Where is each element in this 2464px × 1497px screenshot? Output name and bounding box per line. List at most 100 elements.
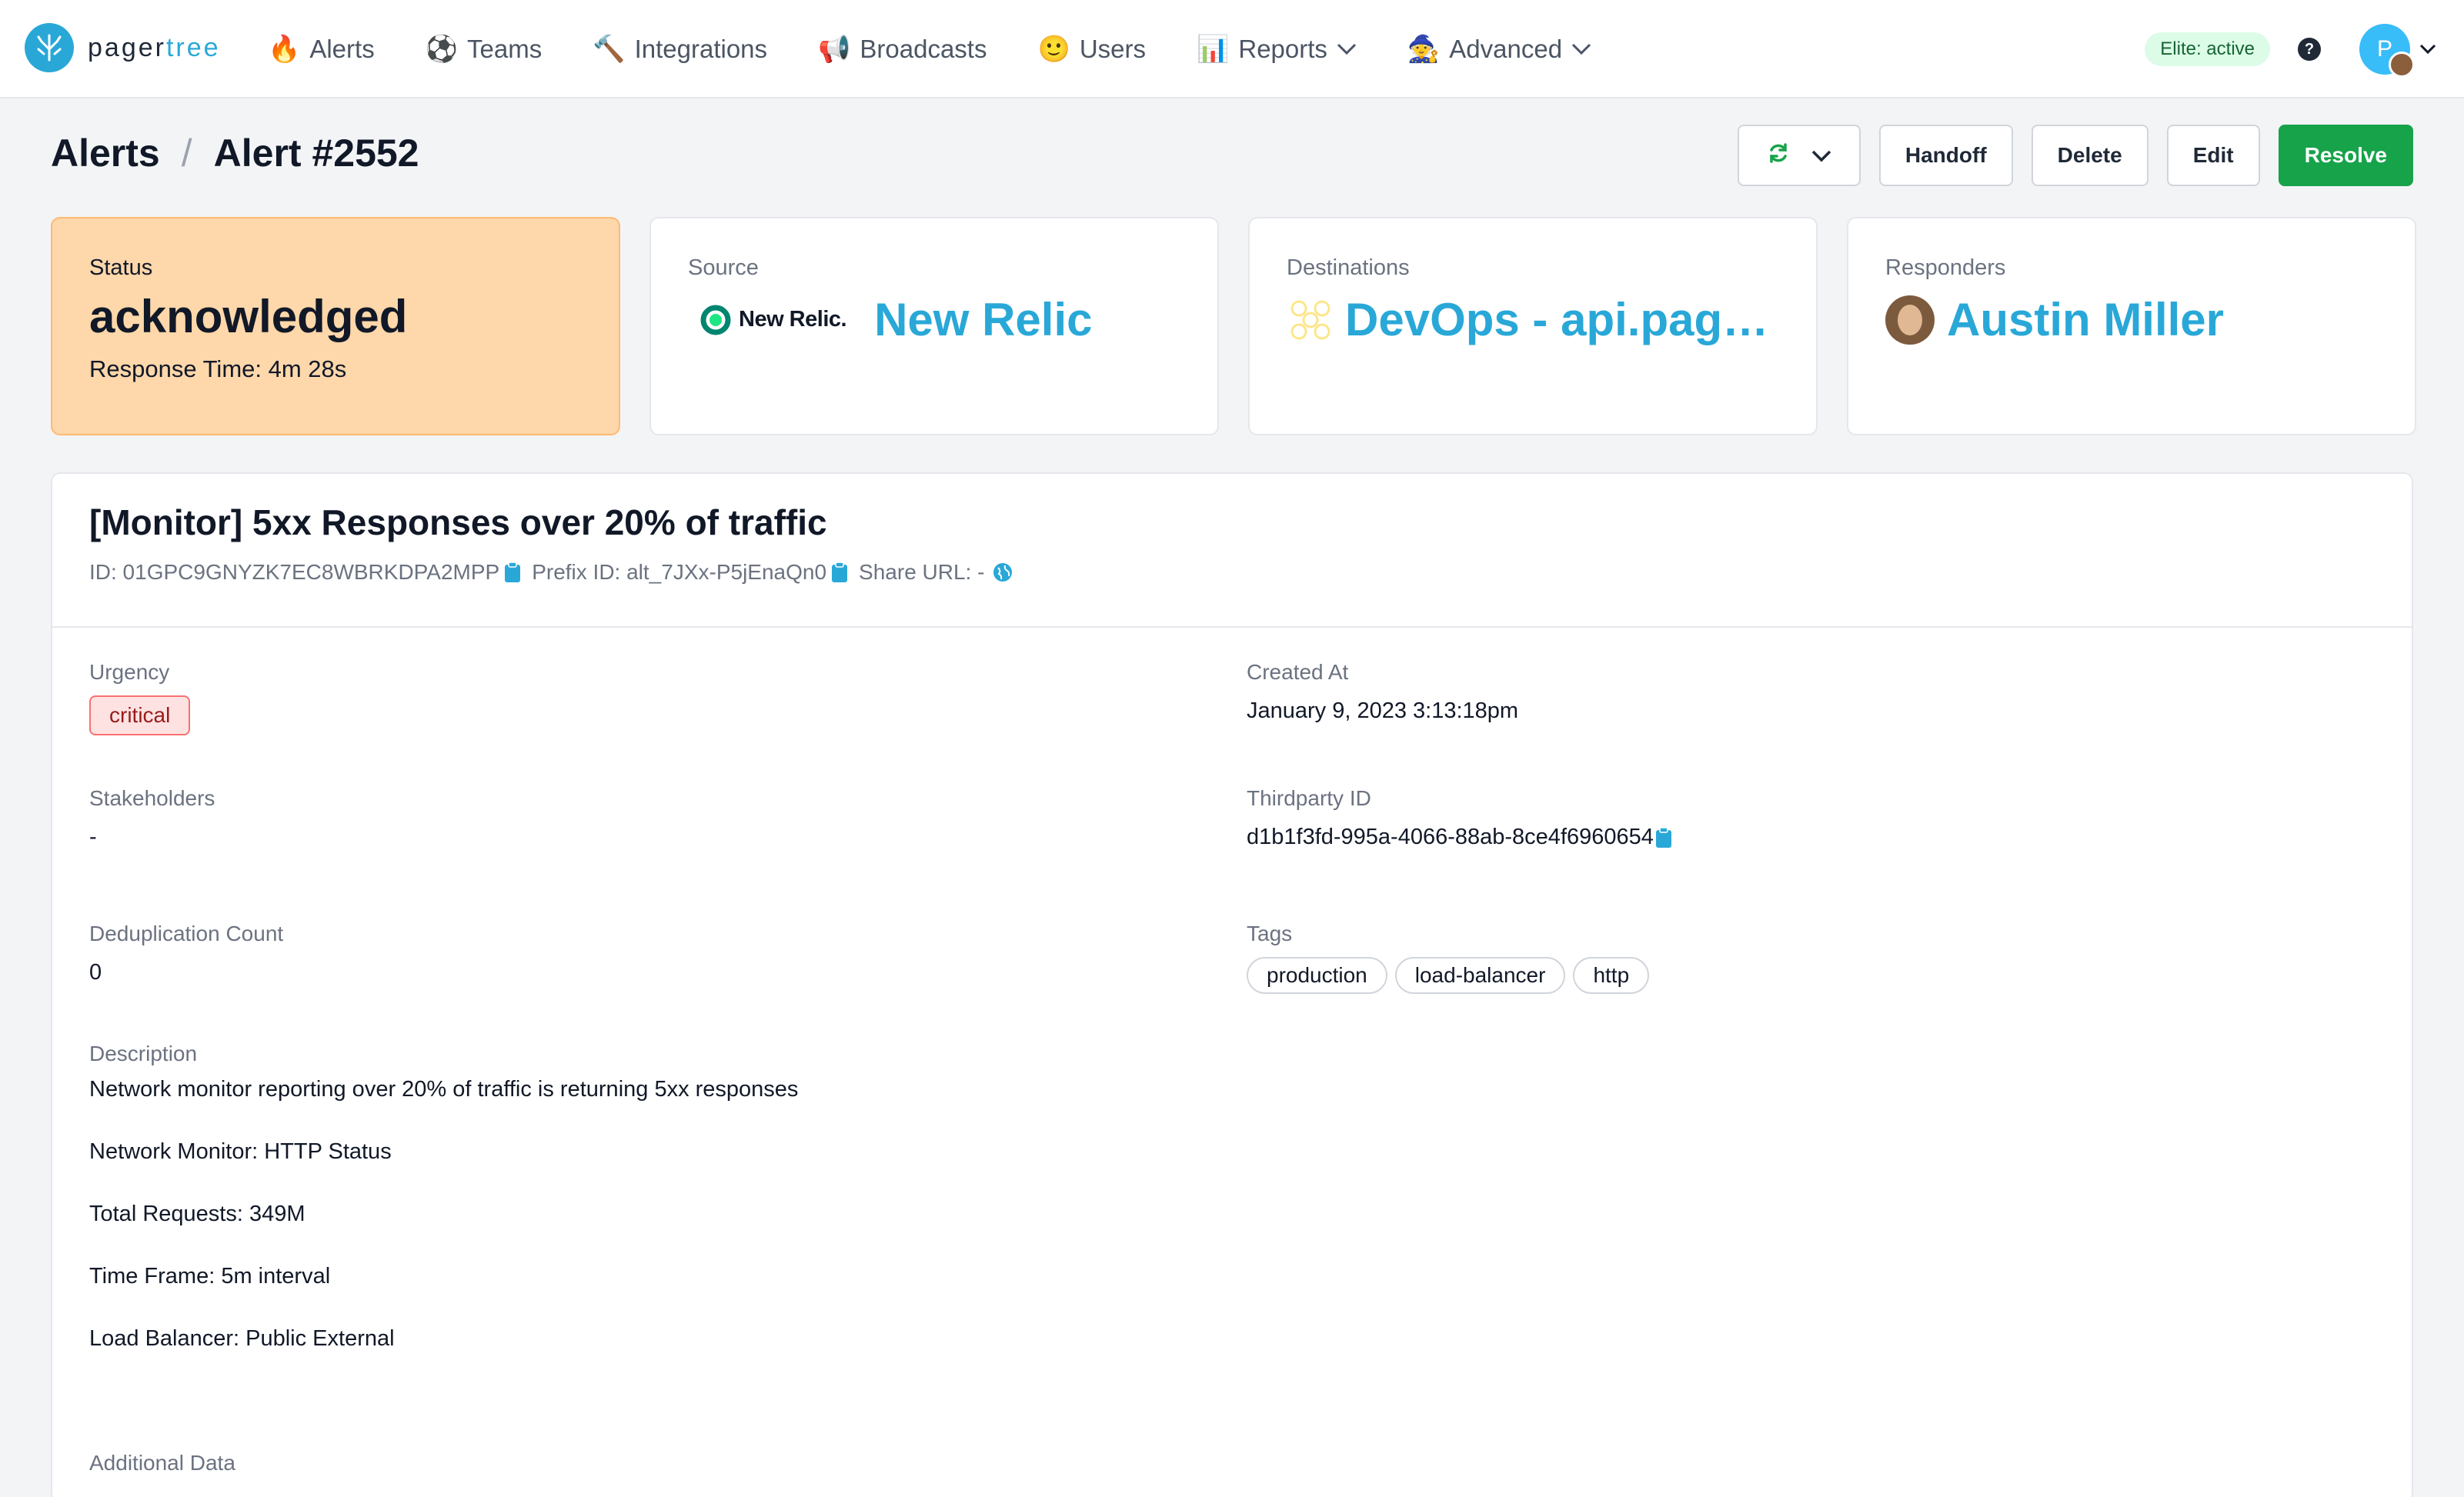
destinations-row: DevOps - api.pagertree.com (1287, 293, 1779, 346)
created-at-field: Created At January 9, 2023 3:13:18pm (1247, 660, 1518, 724)
description-line: Time Frame: 5m interval (89, 1264, 331, 1289)
tags-label: Tags (1247, 922, 1293, 945)
resolve-button[interactable]: Resolve (2278, 125, 2413, 186)
stakeholders-field: Stakeholders - (89, 786, 215, 850)
destinations-label: Destinations (1287, 255, 1410, 280)
thirdparty-row: d1b1f3fd-995a-4066-88ab-8ce4f6960654 (1247, 825, 1672, 850)
page-title: Alert #2552 (213, 132, 419, 175)
smiley-icon: 🙂 (1037, 35, 1070, 64)
brand-name: pagertree (88, 32, 221, 62)
plan-badge: Elite: active (2145, 32, 2270, 66)
hammer-icon: 🔨 (593, 35, 626, 64)
tag-list: production load-balancer http (1247, 957, 1657, 994)
urgency-badge: critical (89, 695, 191, 735)
nav-item-broadcasts[interactable]: 📢 Broadcasts (818, 34, 987, 65)
bar-chart-icon: 📊 (1197, 35, 1230, 64)
delete-button[interactable]: Delete (2031, 125, 2148, 186)
alert-id: ID: 01GPC9GNYZK7EC8WBRKDPA2MPP (89, 560, 500, 584)
nav-item-advanced[interactable]: 🧙 Advanced (1407, 34, 1591, 65)
nav-menu: 🔥 Alerts ⚽ Teams 🔨 Integrations 📢 Broadcasts… (268, 0, 1642, 98)
thirdparty-value: d1b1f3fd-995a-4066-88ab-8ce4f6960654 (1247, 825, 1654, 849)
description-field: Description Network monitor reporting ov… (89, 1042, 798, 1389)
created-at-value: January 9, 2023 3:13:18pm (1247, 698, 1519, 723)
responders-card: Responders Austin Miller (1847, 217, 2416, 435)
responder-link[interactable]: Austin Miller (1947, 293, 2224, 346)
alert-meta: ID: 01GPC9GNYZK7EC8WBRKDPA2MPP Prefix ID… (89, 560, 2375, 585)
nav-item-integrations[interactable]: 🔨 Integrations (593, 34, 767, 65)
breadcrumb-alerts-link[interactable]: Alerts (51, 131, 160, 175)
alert-header: [Monitor] 5xx Responses over 20% of traf… (52, 474, 2412, 628)
responders-row: Austin Miller (1885, 293, 2378, 346)
urgency-field: Urgency critical (89, 660, 191, 735)
share-url: Share URL: - (859, 560, 985, 584)
megaphone-icon: 📢 (818, 35, 851, 64)
clipboard-icon[interactable] (504, 562, 521, 583)
destinations-card: Destinations DevOps - api.pagertree.com (1248, 217, 1818, 435)
user-avatar[interactable]: P (2359, 24, 2415, 78)
source-label: Source (688, 255, 759, 280)
clipboard-icon[interactable] (831, 562, 848, 583)
thirdparty-field: Thirdparty ID d1b1f3fd-995a-4066-88ab-8c… (1247, 786, 1672, 850)
stakeholders-label: Stakeholders (89, 786, 215, 810)
breadcrumb: Alerts / Alert #2552 (51, 131, 419, 175)
soccer-ball-icon: ⚽ (425, 35, 459, 64)
alert-detail-panel: [Monitor] 5xx Responses over 20% of traf… (51, 472, 2413, 1497)
responder-avatar (1885, 295, 1935, 345)
stakeholders-value: - (89, 825, 97, 849)
help-icon[interactable]: ? (2298, 38, 2321, 61)
status-value: acknowledged (89, 291, 408, 342)
tag-item[interactable]: production (1247, 957, 1387, 994)
pagertree-logo[interactable]: pagertree (25, 23, 221, 72)
chevron-down-icon[interactable] (2419, 44, 2436, 55)
nav-item-alerts[interactable]: 🔥 Alerts (268, 34, 375, 65)
description-body: Network monitor reporting over 20% of tr… (89, 1077, 798, 1352)
nav-right: Elite: active ? P (2145, 0, 2436, 98)
chevron-down-icon (1571, 43, 1591, 55)
chevron-down-icon (1337, 43, 1357, 55)
description-line: Network monitor reporting over 20% of tr… (89, 1077, 799, 1102)
status-label: Status (89, 255, 153, 280)
new-relic-icon (700, 305, 731, 335)
nav-item-reports[interactable]: 📊 Reports (1197, 34, 1357, 65)
status-card: Status acknowledged Response Time: 4m 28… (51, 217, 620, 435)
prefix-id: Prefix ID: alt_7JXx-P5jEnaQn0 (532, 560, 827, 584)
source-link[interactable]: New Relic (874, 293, 1092, 346)
dedup-label: Deduplication Count (89, 922, 284, 945)
wizard-icon: 🧙 (1407, 35, 1441, 64)
created-at-label: Created At (1247, 660, 1349, 684)
edit-button[interactable]: Edit (2166, 125, 2260, 186)
responders-label: Responders (1885, 255, 2006, 280)
refresh-dropdown-button[interactable] (1737, 125, 1861, 186)
breadcrumb-separator: / (181, 132, 192, 175)
dedup-field: Deduplication Count 0 (89, 922, 283, 985)
alert-actions: Handoff Delete Edit Resolve (1719, 125, 2413, 186)
team-pattern-icon (1290, 300, 1330, 339)
globe-icon[interactable] (992, 562, 1013, 583)
fire-icon: 🔥 (268, 35, 301, 64)
source-card: Source New Relic. New Relic (649, 217, 1219, 435)
tree-logo-icon (25, 23, 74, 72)
top-nav: pagertree 🔥 Alerts ⚽ Teams 🔨 Integrations 📢… (0, 0, 2464, 98)
tag-item[interactable]: http (1573, 957, 1650, 994)
alert-title: [Monitor] 5xx Responses over 20% of traf… (89, 502, 827, 542)
refresh-icon (1767, 142, 1790, 170)
thirdparty-label: Thirdparty ID (1247, 786, 1371, 810)
description-label: Description (89, 1042, 198, 1065)
urgency-label: Urgency (89, 660, 170, 684)
new-relic-logo: New Relic. (700, 305, 847, 335)
nav-item-users[interactable]: 🙂 Users (1037, 34, 1146, 65)
handoff-button[interactable]: Handoff (1878, 125, 2013, 186)
additional-data-field: Additional Data (89, 1451, 235, 1475)
tag-item[interactable]: load-balancer (1394, 957, 1566, 994)
clipboard-icon[interactable] (1655, 826, 1672, 849)
response-time: Response Time: 4m 28s (89, 355, 347, 382)
description-line: Load Balancer: Public External (89, 1326, 395, 1351)
additional-data-label: Additional Data (89, 1451, 235, 1475)
description-line: Total Requests: 349M (89, 1202, 305, 1226)
new-relic-logo-text: New Relic. (739, 307, 847, 332)
destination-link[interactable]: DevOps - api.pagertree.com (1345, 293, 1776, 346)
dedup-value: 0 (89, 960, 102, 985)
nav-item-teams[interactable]: ⚽ Teams (426, 34, 543, 65)
account-avatar-mini (2389, 52, 2415, 78)
description-line: Network Monitor: HTTP Status (89, 1139, 392, 1164)
